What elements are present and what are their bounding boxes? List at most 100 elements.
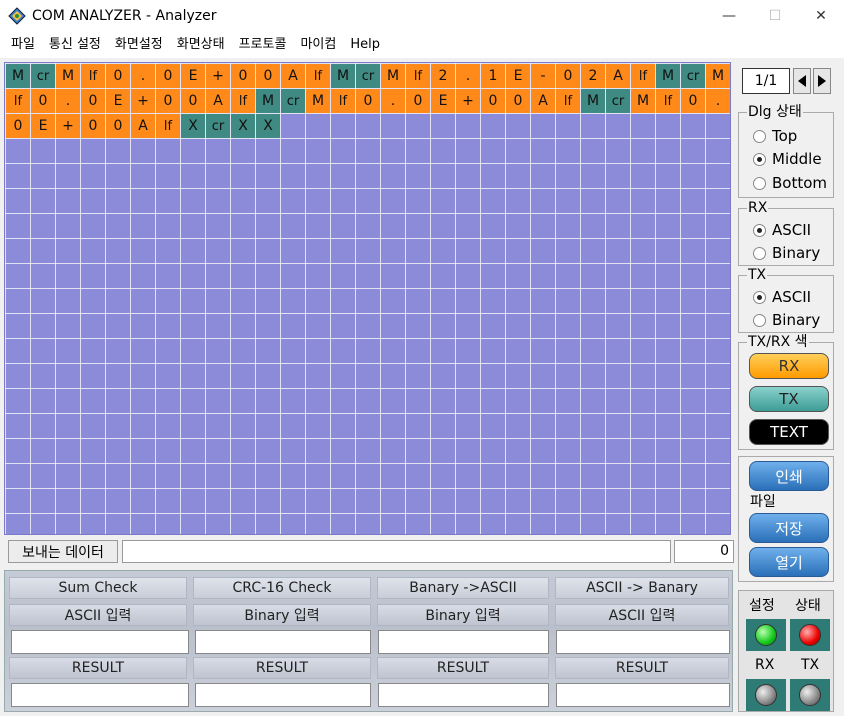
- radio-icon: [753, 313, 766, 327]
- gray-led-icon: [799, 684, 821, 706]
- grid-cell: cr: [31, 64, 55, 88]
- grid-cell: cr: [681, 64, 705, 88]
- tx-led-label: TX: [801, 657, 820, 673]
- radio-middle[interactable]: Middle: [753, 150, 822, 168]
- save-button[interactable]: 저장: [749, 513, 829, 543]
- grid-cell: +: [206, 64, 230, 88]
- grid-cell: lf: [231, 89, 255, 113]
- setting-led-label: 설정: [749, 598, 775, 614]
- crc16-input-label: Binary 입력: [193, 604, 371, 626]
- binary-to-ascii-input-label: Binary 입력: [377, 604, 549, 626]
- grid-cell: lf: [631, 64, 655, 88]
- tx-radio-ascii[interactable]: ASCII: [753, 288, 811, 306]
- crc16-input[interactable]: [195, 630, 371, 654]
- dlg-state-label: Dlg 상태: [747, 104, 803, 120]
- text-color-button[interactable]: TEXT: [749, 419, 829, 445]
- tx-format-group: TX ASCII Binary: [738, 268, 834, 333]
- sum-check-result[interactable]: [11, 683, 189, 707]
- grid-cell: 0: [156, 64, 180, 88]
- print-button[interactable]: 인쇄: [749, 461, 829, 491]
- grid-cell: 0: [506, 89, 530, 113]
- tx-format-label: TX: [747, 267, 768, 283]
- menu-protocol[interactable]: 프로토콜: [232, 34, 294, 56]
- menu-comm-settings[interactable]: 통신 설정: [42, 34, 108, 56]
- tx-radio-binary[interactable]: Binary: [753, 311, 820, 329]
- tx-led-cell: [790, 679, 830, 711]
- grid-cell: 2: [431, 64, 455, 88]
- prev-page-button[interactable]: [793, 68, 811, 94]
- grid-cell: .: [56, 89, 80, 113]
- grid-cell: 0: [356, 89, 380, 113]
- grid-cell: lf: [556, 89, 580, 113]
- sum-check-input[interactable]: [11, 630, 189, 654]
- page-indicator: 1/1: [742, 68, 790, 94]
- maximize-button[interactable]: ☐: [752, 0, 798, 32]
- binary-to-ascii-input[interactable]: [378, 630, 549, 654]
- grid-cell: -: [531, 64, 555, 88]
- grid-cell: A: [531, 89, 555, 113]
- setting-led-cell: [746, 619, 786, 651]
- close-button[interactable]: ✕: [798, 0, 844, 32]
- grid-cell: E: [31, 114, 55, 138]
- crc16-result[interactable]: [195, 683, 371, 707]
- grid-cell: .: [456, 64, 480, 88]
- minimize-button[interactable]: —: [706, 0, 752, 32]
- menu-help[interactable]: Help: [343, 34, 387, 56]
- binary-to-ascii-result[interactable]: [378, 683, 549, 707]
- radio-icon: [753, 246, 766, 260]
- grid-cell: lf: [331, 89, 355, 113]
- sum-check-input-label: ASCII 입력: [9, 604, 187, 626]
- grid-cell: 0: [31, 89, 55, 113]
- grid-cell: E: [431, 89, 455, 113]
- grid-cell: 0: [231, 64, 255, 88]
- grid-cell: +: [131, 89, 155, 113]
- radio-top[interactable]: Top: [753, 127, 797, 145]
- sum-check-title: Sum Check: [9, 577, 187, 599]
- radio-checked-icon: [753, 290, 766, 304]
- grid-cell: cr: [281, 89, 305, 113]
- send-bar: 보내는 데이터 0: [4, 538, 734, 566]
- rx-led-label: RX: [755, 657, 775, 673]
- menu-micom[interactable]: 마이컴: [293, 34, 343, 56]
- grid-cell: M: [581, 89, 605, 113]
- data-grid[interactable]: Mcr Mlf 0. 0 E +0 0 Alf Mcr Mlf 2. 1 E -0 2 Alf Mcr Mlf 0.…: [4, 62, 731, 535]
- rx-color-button[interactable]: RX: [749, 353, 829, 379]
- menu-screen-settings[interactable]: 화면설정: [108, 34, 170, 56]
- ascii-to-binary-result[interactable]: [556, 683, 730, 707]
- file-group: 인쇄 파일 저장 열기: [738, 456, 834, 582]
- grid-cell: cr: [606, 89, 630, 113]
- rx-radio-binary[interactable]: Binary: [753, 244, 820, 262]
- grid-cell: 0: [256, 64, 280, 88]
- crc16-result-label: RESULT: [193, 657, 371, 679]
- menu-file[interactable]: 파일: [4, 34, 42, 56]
- ascii-to-binary-result-label: RESULT: [555, 657, 729, 679]
- tx-color-button[interactable]: TX: [749, 386, 829, 412]
- grid-cell: .: [381, 89, 405, 113]
- radio-icon: [753, 176, 766, 190]
- next-page-button[interactable]: [813, 68, 831, 94]
- rx-format-label: RX: [747, 200, 769, 216]
- send-data-label: 보내는 데이터: [8, 540, 118, 563]
- pager: 1/1: [738, 64, 834, 100]
- grid-cell: 0: [181, 89, 205, 113]
- grid-cell: lf: [656, 89, 680, 113]
- grid-cell: M: [331, 64, 355, 88]
- color-group-label: TX/RX 색: [747, 334, 809, 350]
- rx-radio-ascii[interactable]: ASCII: [753, 221, 811, 239]
- grid-cell: lf: [306, 64, 330, 88]
- menu-screen-state[interactable]: 화면상태: [170, 34, 232, 56]
- grid-cell: M: [706, 64, 730, 88]
- ascii-to-binary-title: ASCII -> Banary: [555, 577, 729, 599]
- gray-led-icon: [755, 684, 777, 706]
- grid-cell: 0: [406, 89, 430, 113]
- radio-checked-icon: [753, 152, 766, 166]
- send-data-input[interactable]: [122, 540, 671, 563]
- open-button[interactable]: 열기: [749, 547, 829, 577]
- grid-cell: M: [256, 89, 280, 113]
- title-bar: COM ANALYZER - Analyzer — ☐ ✕: [0, 0, 844, 32]
- right-panel: 1/1 Dlg 상태 Top Middle Bottom RX ASCII Bi…: [736, 62, 838, 712]
- radio-bottom[interactable]: Bottom: [753, 174, 827, 192]
- ascii-to-binary-input[interactable]: [556, 630, 730, 654]
- grid-cell: lf: [81, 64, 105, 88]
- grid-cell: 0: [481, 89, 505, 113]
